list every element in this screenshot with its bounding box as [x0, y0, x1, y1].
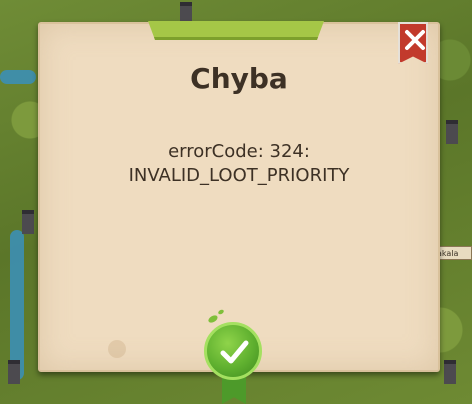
checkmark-icon — [220, 340, 249, 364]
error-message: errorCode: 324: INVALID_LOOT_PRIORITY — [40, 140, 438, 188]
error-code-line: errorCode: 324: — [168, 141, 310, 162]
map-tower — [444, 360, 456, 384]
map-tower — [446, 120, 458, 144]
map-tower — [8, 360, 20, 384]
dialog-title: Chyba — [190, 62, 288, 95]
confirm-badge — [204, 322, 262, 380]
map-river — [0, 70, 36, 84]
confirm-button[interactable] — [202, 308, 266, 404]
map-tower — [22, 210, 34, 234]
paper-stain — [108, 340, 126, 358]
dialog-header-tab — [148, 21, 324, 40]
error-name-line: INVALID_LOOT_PRIORITY — [128, 165, 350, 186]
map-river — [10, 230, 24, 380]
close-icon — [405, 30, 425, 50]
